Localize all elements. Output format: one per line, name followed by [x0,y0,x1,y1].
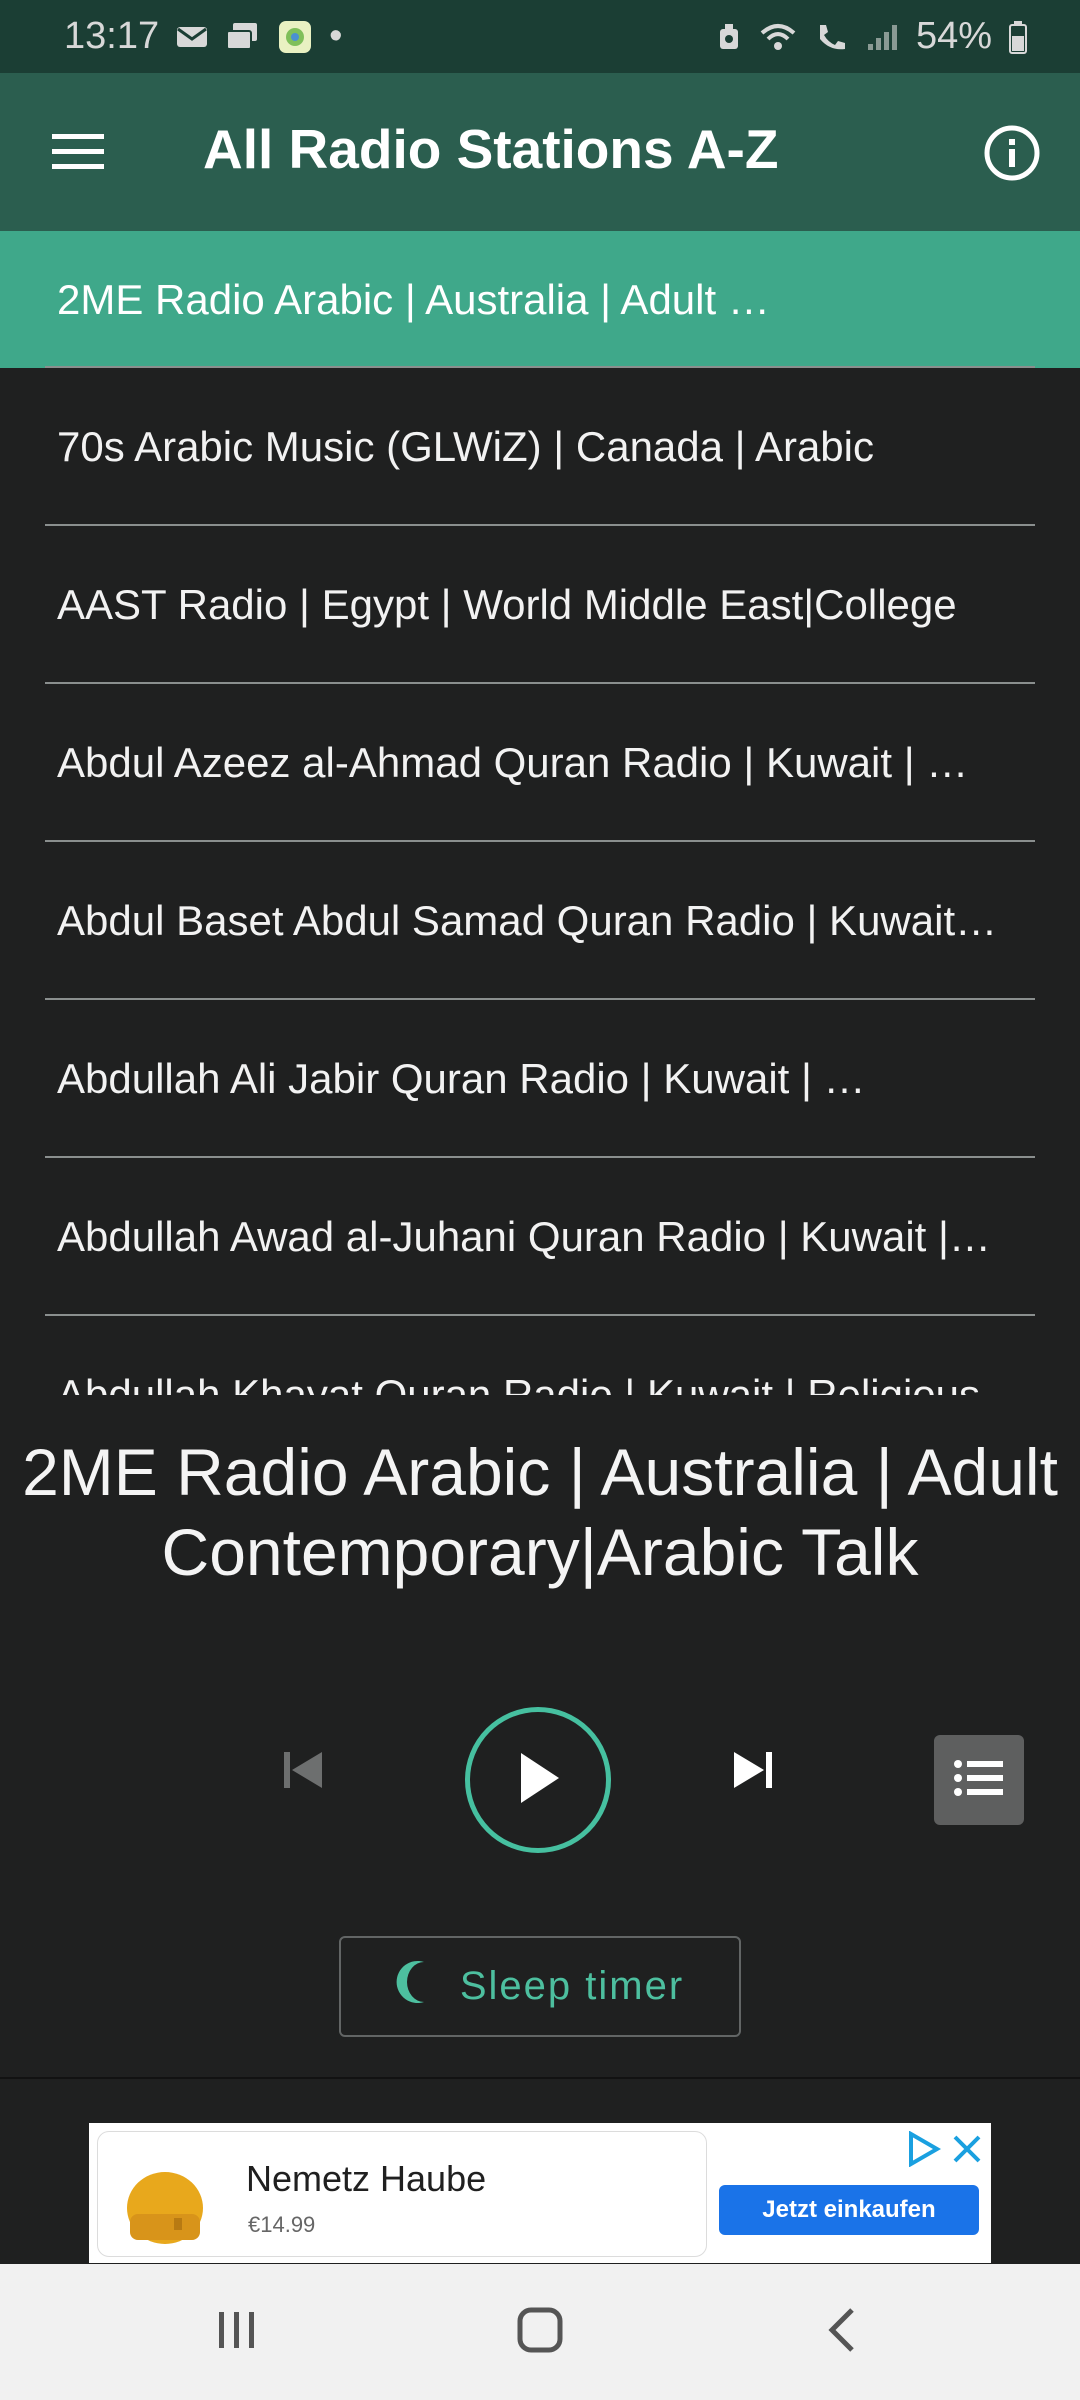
ad-price: €14.99 [248,2212,316,2237]
wifi-call-icon [758,21,798,53]
station-list[interactable]: 2ME Radio Arabic | Australia | Adult … 7… [0,231,1080,1395]
sleep-timer-button[interactable]: Sleep timer [339,1936,741,2037]
station-label: 2ME Radio Arabic | Australia | Adult … [57,275,770,323]
recents-icon [215,2308,259,2357]
station-label: AAST Radio | Egypt | World Middle East|C… [57,581,957,628]
station-item[interactable]: Abdul Baset Abdul Samad Quran Radio | Ku… [0,842,1080,1000]
next-button[interactable] [730,1748,774,1797]
now-playing-line1: 2ME Radio Arabic | Australia | Adult [22,1435,1058,1509]
skip-previous-icon [282,1748,326,1797]
status-dot: • [329,15,343,57]
station-item[interactable]: Abdullah Ali Jabir Quran Radio | Kuwait … [0,1000,1080,1158]
ad-title: Nemetz Haube [246,2158,487,2199]
play-icon [513,1751,563,1810]
station-label: Abdullah Ali Jabir Quran Radio | Kuwait … [57,1055,866,1102]
station-item[interactable]: AAST Radio | Egypt | World Middle East|C… [0,526,1080,684]
info-icon[interactable] [982,123,1042,183]
back-icon [822,2306,862,2359]
previous-button[interactable] [282,1748,326,1797]
station-item[interactable]: Abdul Azeez al-Ahmad Quran Radio | Kuwai… [0,684,1080,842]
now-playing-line2: Contemporary|Arabic Talk [161,1515,919,1589]
station-label: Abdul Baset Abdul Samad Quran Radio | Ku… [57,897,998,944]
station-label: Abdullah Khayat Quran Radio | Kuwait | R… [57,1371,981,1395]
playlist-button[interactable] [934,1735,1024,1825]
ad-close-icon[interactable] [949,2131,985,2167]
list-icon [953,1756,1005,1805]
signal-icon [866,22,900,52]
station-label: Abdullah Awad al-Juhani Quran Radio | Ku… [57,1213,991,1260]
back-button[interactable] [812,2304,872,2360]
sleep-timer-label: Sleep timer [459,1964,685,2008]
station-label: Abdul Azeez al-Ahmad Quran Radio | Kuwai… [57,739,969,786]
recents-button[interactable] [207,2304,267,2360]
alarm-icon [716,21,742,53]
moon-icon [396,1959,436,2015]
mail-icon [175,23,209,51]
status-left: 13:17 • [64,15,342,58]
station-item[interactable]: Abdullah Khayat Quran Radio | Kuwait | R… [0,1316,1080,1395]
system-nav-bar [0,2264,1080,2400]
now-playing-title: 2ME Radio Arabic | Australia | Adult Con… [20,1432,1060,1592]
beanie-hat-image [122,2152,208,2248]
volte-call-icon [814,21,850,53]
adchoices-icon[interactable] [905,2130,942,2168]
station-item[interactable]: 70s Arabic Music (GLWiZ) | Canada | Arab… [0,368,1080,526]
skip-next-icon [730,1748,774,1797]
ad-banner[interactable]: Nemetz Haube €14.99 Jetzt einkaufen [89,2123,991,2263]
home-button[interactable] [510,2304,570,2360]
mail-stack-icon [225,21,261,53]
status-time: 13:17 [64,15,160,57]
battery-icon [1008,20,1028,54]
app-title: All Radio Stations A-Z [203,118,779,180]
home-icon [516,2306,564,2359]
battery-percent: 54% [915,15,992,57]
play-button[interactable] [465,1707,611,1853]
station-item-selected[interactable]: 2ME Radio Arabic | Australia | Adult … [0,231,1080,368]
status-right: 54% [716,15,1028,58]
ad-card[interactable]: Nemetz Haube €14.99 [97,2131,707,2257]
app-notification-icon [277,19,313,55]
divider [0,2077,1080,2079]
station-label: 70s Arabic Music (GLWiZ) | Canada | Arab… [57,423,874,470]
shop-now-button[interactable]: Jetzt einkaufen [719,2185,979,2235]
status-bar: 13:17 • 54% [0,0,1080,73]
hamburger-menu-icon[interactable] [50,123,108,181]
app-bar: All Radio Stations A-Z [0,73,1080,231]
station-item[interactable]: Abdullah Awad al-Juhani Quran Radio | Ku… [0,1158,1080,1316]
